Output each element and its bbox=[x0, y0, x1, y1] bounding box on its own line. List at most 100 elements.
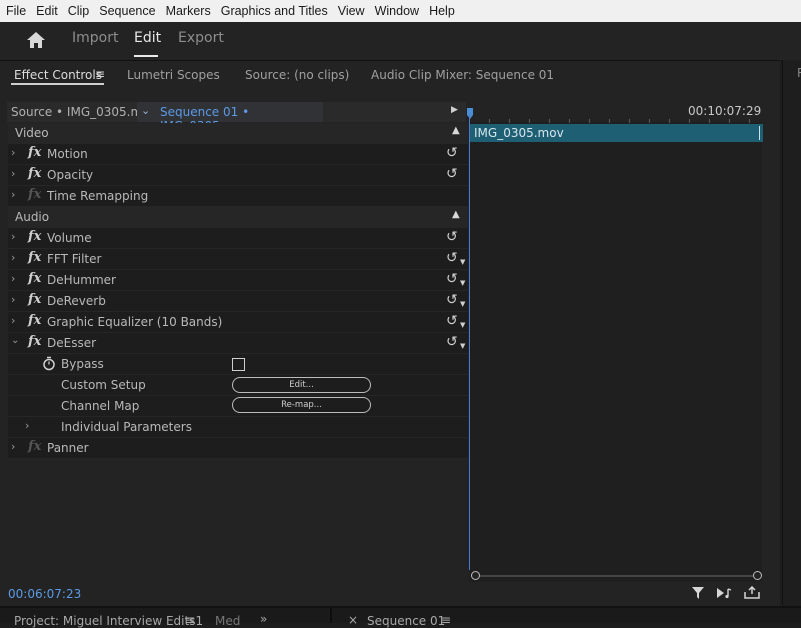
reset-icon[interactable]: ↺ bbox=[446, 166, 458, 182]
project-menu-icon[interactable]: ≡ bbox=[185, 613, 195, 627]
play-audio-icon[interactable] bbox=[717, 587, 733, 599]
effect-row-opacity[interactable]: › fx Opacity ↺ bbox=[8, 165, 468, 186]
menu-clip[interactable]: Clip bbox=[64, 4, 94, 18]
menu-edit[interactable]: Edit bbox=[32, 4, 62, 18]
tab-lumetri-scopes[interactable]: Lumetri Scopes bbox=[127, 68, 220, 82]
menu-view[interactable]: View bbox=[334, 4, 369, 18]
chevron-right-icon[interactable]: › bbox=[25, 419, 29, 432]
home-icon[interactable] bbox=[26, 31, 46, 49]
fx-icon[interactable]: fx bbox=[28, 145, 41, 160]
active-tab-underline bbox=[134, 55, 158, 57]
tab-media[interactable]: Med bbox=[215, 614, 240, 628]
timeline-clip[interactable]: IMG_0305.mov bbox=[470, 124, 763, 142]
effect-row-dereverb[interactable]: › fx DeReverb ↺ ▼ bbox=[8, 291, 468, 312]
chevron-right-icon[interactable]: › bbox=[11, 188, 15, 201]
effect-label: Panner bbox=[47, 441, 89, 455]
menu-markers[interactable]: Markers bbox=[162, 4, 215, 18]
zoom-handle-right[interactable] bbox=[753, 571, 762, 580]
chevron-right-icon[interactable]: › bbox=[11, 251, 15, 264]
menu-graphics-and-titles[interactable]: Graphics and Titles bbox=[217, 4, 332, 18]
edit-button[interactable]: Edit... bbox=[232, 377, 371, 393]
sequence-clip-selector[interactable]: ⌄ Sequence 01 • IMG_0305.mov bbox=[137, 102, 323, 133]
zoom-handle-left[interactable] bbox=[471, 571, 480, 580]
sequence-menu-icon[interactable]: ≡ bbox=[441, 613, 451, 627]
tab-edit[interactable]: Edit bbox=[134, 30, 161, 46]
fx-icon[interactable]: fx bbox=[28, 229, 41, 244]
timeline-ruler[interactable]: 00:10:07:29 bbox=[469, 102, 762, 123]
effect-row-volume[interactable]: › fx Volume ↺ bbox=[8, 228, 468, 249]
export-clip-icon[interactable] bbox=[744, 586, 760, 599]
reset-icon[interactable]: ↺ bbox=[446, 271, 458, 287]
reset-icon[interactable]: ↺ bbox=[446, 145, 458, 161]
tab-import[interactable]: Import bbox=[72, 30, 118, 46]
source-clip-label[interactable]: Source • IMG_0305.mov bbox=[11, 105, 157, 119]
fx-icon[interactable]: fx bbox=[28, 334, 41, 349]
fx-icon[interactable]: fx bbox=[28, 250, 41, 265]
fx-icon[interactable]: fx bbox=[28, 166, 41, 181]
panel-menu-icon[interactable]: ≡ bbox=[95, 67, 105, 81]
chevron-right-icon[interactable]: › bbox=[11, 146, 15, 159]
right-panel-tab[interactable]: R bbox=[797, 66, 801, 80]
tab-audio-clip-mixer[interactable]: Audio Clip Mixer: Sequence 01 bbox=[371, 68, 554, 82]
chevron-right-icon[interactable]: › bbox=[11, 314, 15, 327]
mini-timeline[interactable] bbox=[469, 102, 762, 582]
audio-section-header[interactable]: Audio ▲ bbox=[8, 207, 468, 228]
chevron-right-icon[interactable]: › bbox=[11, 440, 15, 453]
effect-row-graphic-equalizer[interactable]: › fx Graphic Equalizer (10 Bands) ↺ ▼ bbox=[8, 312, 468, 333]
reset-icon[interactable]: ↺ bbox=[446, 313, 458, 329]
tab-project[interactable]: Project: Miguel Interview Edits1 bbox=[14, 614, 203, 628]
menu-file[interactable]: File bbox=[2, 4, 30, 18]
effect-row-fft-filter[interactable]: › fx FFT Filter ↺ ▼ bbox=[8, 249, 468, 270]
chevron-right-icon[interactable]: › bbox=[11, 293, 15, 306]
playhead-marker-icon[interactable] bbox=[466, 108, 474, 120]
menu-sequence[interactable]: Sequence bbox=[95, 4, 159, 18]
chevrons-right-icon[interactable]: » bbox=[260, 612, 267, 626]
effect-row-deesser[interactable]: ⌄ fx DeEsser ↺ ▼ bbox=[8, 333, 468, 354]
dropdown-caret-icon[interactable]: ▼ bbox=[460, 321, 465, 329]
play-triangle-icon[interactable]: ▶ bbox=[451, 105, 458, 115]
filter-icon[interactable] bbox=[692, 587, 706, 600]
stopwatch-icon[interactable] bbox=[42, 356, 56, 371]
deesser-bypass-row: Bypass bbox=[8, 354, 468, 375]
timeline-zoom-scrollbar[interactable] bbox=[474, 575, 758, 577]
dropdown-caret-icon[interactable]: ▼ bbox=[460, 279, 465, 287]
dropdown-caret-icon[interactable]: ▼ bbox=[460, 258, 465, 266]
chevron-right-icon[interactable]: › bbox=[11, 272, 15, 285]
collapse-up-icon[interactable]: ▲ bbox=[452, 209, 460, 220]
fx-icon: fx bbox=[28, 439, 42, 454]
playhead-line[interactable] bbox=[469, 114, 470, 570]
effect-row-panner[interactable]: › fx Panner bbox=[8, 438, 468, 459]
current-timecode[interactable]: 00:06:07:23 bbox=[8, 587, 81, 601]
effect-row-dehummer[interactable]: › fx DeHummer ↺ ▼ bbox=[8, 270, 468, 291]
reset-icon[interactable]: ↺ bbox=[446, 292, 458, 308]
panel-tab-underline bbox=[11, 83, 104, 85]
reset-icon[interactable]: ↺ bbox=[446, 334, 458, 350]
video-section-header[interactable]: Video ▲ bbox=[8, 123, 468, 144]
chevron-right-icon[interactable]: › bbox=[11, 167, 15, 180]
tab-sequence[interactable]: Sequence 01 bbox=[367, 614, 445, 628]
fx-icon[interactable]: fx bbox=[28, 313, 41, 328]
chevron-down-icon[interactable]: ⌄ bbox=[11, 335, 19, 346]
reset-icon[interactable]: ↺ bbox=[446, 229, 458, 245]
remap-button[interactable]: Re-map... bbox=[232, 397, 371, 413]
dropdown-caret-icon[interactable]: ▼ bbox=[460, 342, 465, 350]
fx-icon[interactable]: fx bbox=[28, 292, 41, 307]
channel-map-label: Channel Map bbox=[61, 399, 140, 413]
collapse-up-icon[interactable]: ▲ bbox=[452, 125, 460, 136]
effect-row-motion[interactable]: › fx Motion ↺ bbox=[8, 144, 468, 165]
deesser-individual-params-row[interactable]: › Individual Parameters bbox=[8, 417, 468, 438]
tab-source[interactable]: Source: (no clips) bbox=[245, 68, 349, 82]
chevron-right-icon[interactable]: › bbox=[11, 230, 15, 243]
close-icon[interactable]: × bbox=[348, 613, 358, 627]
tab-export[interactable]: Export bbox=[178, 30, 224, 46]
fx-icon[interactable]: fx bbox=[28, 271, 41, 286]
menu-help[interactable]: Help bbox=[425, 4, 459, 18]
dropdown-caret-icon[interactable]: ▼ bbox=[460, 300, 465, 308]
reset-icon[interactable]: ↺ bbox=[446, 250, 458, 266]
tab-effect-controls[interactable]: Effect Controls bbox=[14, 68, 102, 82]
effect-row-time-remapping[interactable]: › fx Time Remapping bbox=[8, 186, 468, 207]
effect-label: Volume bbox=[47, 231, 92, 245]
menu-window[interactable]: Window bbox=[371, 4, 423, 18]
effect-label: FFT Filter bbox=[47, 252, 102, 266]
bypass-checkbox[interactable] bbox=[232, 358, 245, 371]
